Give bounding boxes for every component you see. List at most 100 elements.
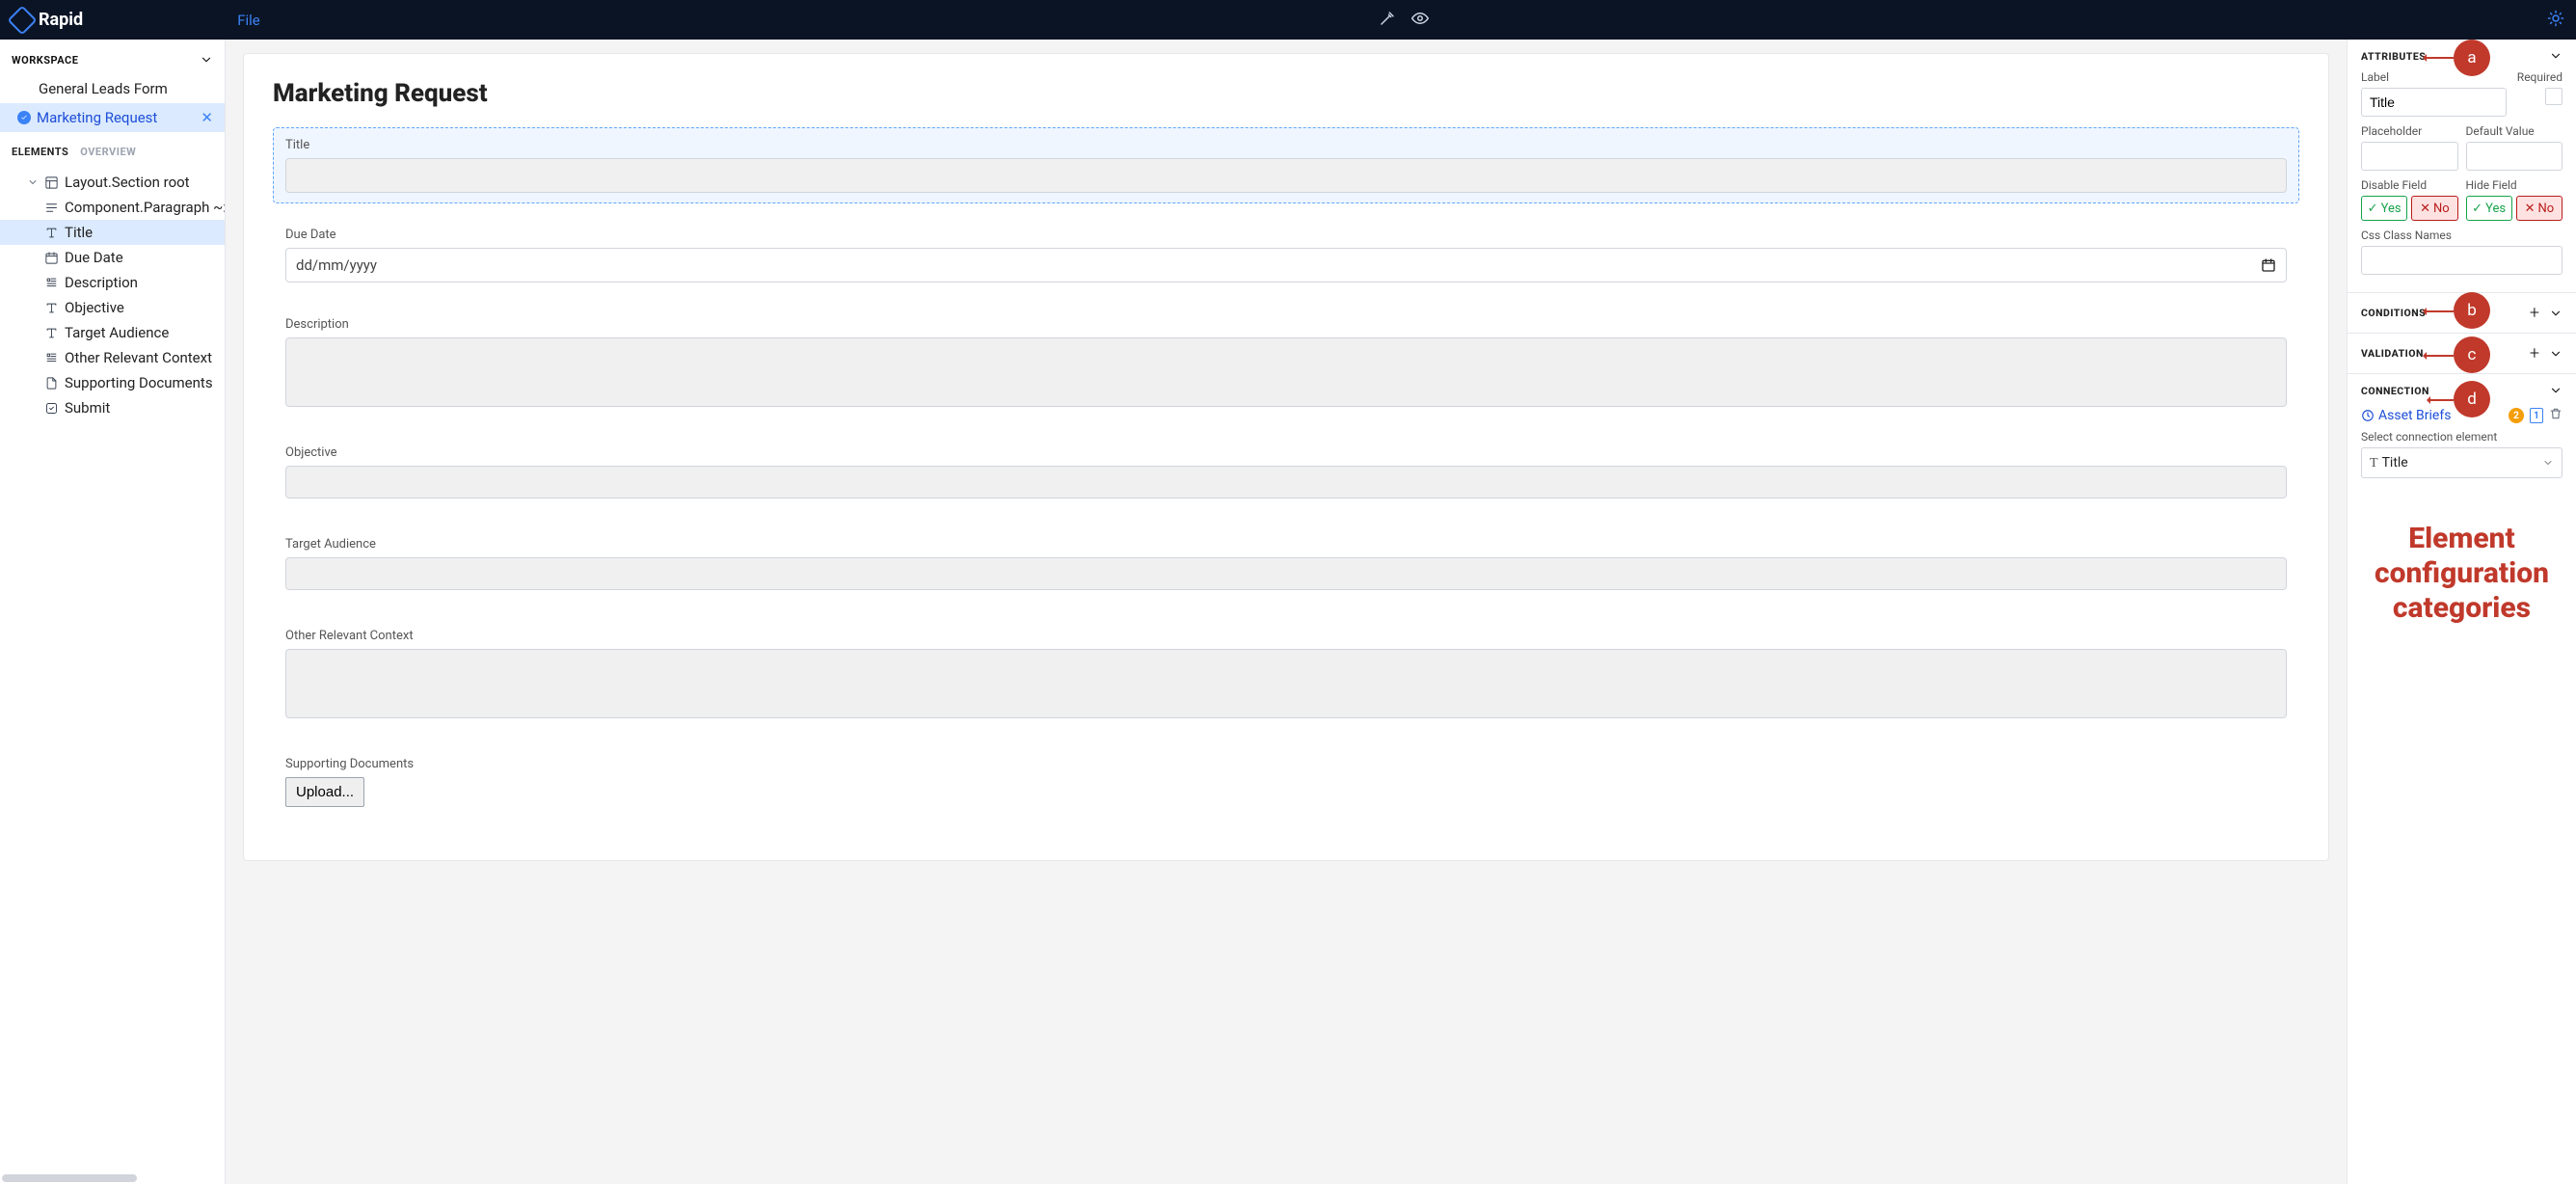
tree-item-supporting-docs[interactable]: Supporting Documents — [0, 370, 225, 395]
field-label: Objective — [285, 445, 2287, 460]
tree-item-label: Title — [65, 224, 93, 241]
add-condition-button[interactable]: + — [2530, 303, 2539, 323]
field-label: Target Audience — [285, 537, 2287, 552]
disable-no-button[interactable]: ✕No — [2411, 196, 2457, 221]
annotation-badge-a: a — [2454, 40, 2490, 76]
other-context-input[interactable] — [285, 649, 2287, 718]
eye-icon[interactable] — [1411, 10, 1429, 31]
hide-no-button[interactable]: ✕No — [2516, 196, 2563, 221]
chevron-down-icon — [2549, 384, 2563, 397]
tab-overview[interactable]: OVERVIEW — [80, 146, 136, 158]
tree-item-title[interactable]: Title — [0, 220, 225, 245]
annotation-arrow — [2428, 399, 2454, 401]
topbar-right — [2547, 10, 2564, 31]
field-supporting-docs[interactable]: Supporting Documents Upload... — [273, 746, 2299, 818]
target-audience-input[interactable] — [285, 557, 2287, 590]
field-due-date[interactable]: Due Date dd/mm/yyyy — [273, 217, 2299, 293]
chevron-down-icon — [2549, 307, 2563, 320]
field-other-context[interactable]: Other Relevant Context — [273, 618, 2299, 733]
description-icon — [44, 351, 59, 365]
title-input[interactable] — [285, 158, 2287, 193]
attr-label-input[interactable] — [2361, 88, 2507, 117]
link-icon — [2361, 409, 2375, 422]
check-icon — [17, 111, 31, 124]
form-title: Marketing Request — [273, 79, 2299, 108]
attr-css-label: Css Class Names — [2361, 229, 2563, 242]
section-attributes: ATTRIBUTES Label Required — [2348, 40, 2576, 293]
field-target-audience[interactable]: Target Audience — [273, 526, 2299, 605]
file-icon — [44, 376, 59, 390]
annotation-caption: Element configuration categories — [2355, 522, 2568, 626]
field-label: Description — [285, 317, 2287, 332]
section-title: CONNECTION — [2361, 385, 2429, 397]
annotation-badge-d: d — [2454, 381, 2490, 417]
close-icon[interactable]: ✕ — [201, 109, 213, 126]
sidebar: WORKSPACE General Leads Form Marketing R… — [0, 40, 226, 1184]
topbar-tools — [260, 10, 2547, 31]
right-panel: ATTRIBUTES Label Required — [2347, 40, 2576, 1184]
description-input[interactable] — [285, 337, 2287, 407]
form-card: Marketing Request Title Due Date dd/mm/y… — [243, 53, 2329, 861]
attr-required-checkbox[interactable] — [2545, 88, 2563, 105]
attr-default-input[interactable] — [2466, 142, 2563, 171]
add-validation-button[interactable]: + — [2530, 343, 2539, 363]
attr-disable-label: Disable Field — [2361, 178, 2458, 192]
tree-root[interactable]: Layout.Section root — [0, 170, 225, 195]
field-title[interactable]: Title — [273, 127, 2299, 203]
disable-yes-button[interactable]: ✓Yes — [2361, 196, 2407, 221]
tree-item-duedate[interactable]: Due Date — [0, 245, 225, 270]
annotation-arrow — [2425, 57, 2454, 59]
paragraph-icon — [44, 201, 59, 215]
sun-icon[interactable] — [2547, 15, 2564, 31]
delete-connection-button[interactable] — [2549, 407, 2563, 424]
attr-default-label: Default Value — [2466, 124, 2563, 138]
attr-css-input[interactable] — [2361, 246, 2563, 275]
submit-icon — [44, 401, 59, 416]
tree-item-other-context[interactable]: Other Relevant Context — [0, 345, 225, 370]
field-description[interactable]: Description — [273, 307, 2299, 421]
hide-yes-button[interactable]: ✓Yes — [2466, 196, 2512, 221]
field-objective[interactable]: Objective — [273, 435, 2299, 513]
tree-item-label: Due Date — [65, 249, 123, 266]
calendar-icon — [44, 251, 59, 265]
connection-name[interactable]: Asset Briefs — [2361, 408, 2451, 423]
date-placeholder: dd/mm/yyyy — [296, 256, 377, 274]
annotation-arrow — [2425, 310, 2454, 312]
badge-count: 2 — [2509, 408, 2524, 423]
brand-name: Rapid — [39, 10, 83, 30]
annotation-badge-b: b — [2454, 292, 2490, 329]
tab-elements[interactable]: ELEMENTS — [12, 146, 68, 158]
menu-file[interactable]: File — [237, 12, 260, 29]
workspace-item[interactable]: General Leads Form — [0, 74, 225, 103]
attr-placeholder-input[interactable] — [2361, 142, 2458, 171]
text-icon: T — [2370, 456, 2378, 471]
element-tree: Layout.Section root Component.Paragraph … — [0, 166, 225, 424]
tree-item-target-audience[interactable]: Target Audience — [0, 320, 225, 345]
wand-icon[interactable] — [1379, 10, 1396, 31]
tree-item-paragraph[interactable]: Component.Paragraph ~:~:73 — [0, 195, 225, 220]
tree-item-description[interactable]: Description — [0, 270, 225, 295]
calendar-icon — [2261, 257, 2276, 273]
chevron-down-icon — [200, 53, 213, 67]
badge-step: 1 — [2530, 408, 2543, 423]
attr-hide-label: Hide Field — [2466, 178, 2563, 192]
workspace-item-active[interactable]: Marketing Request ✕ — [0, 103, 225, 132]
topbar: Rapid File — [0, 0, 2576, 40]
upload-button[interactable]: Upload... — [285, 777, 364, 807]
tree-item-objective[interactable]: Objective — [0, 295, 225, 320]
tree-item-submit[interactable]: Submit — [0, 395, 225, 420]
due-date-input[interactable]: dd/mm/yyyy — [285, 248, 2287, 283]
text-icon — [44, 226, 59, 240]
text-icon — [44, 326, 59, 340]
workspace-header-label: WORKSPACE — [12, 54, 78, 67]
workspace-header[interactable]: WORKSPACE — [0, 40, 225, 74]
connection-select[interactable]: TTitle — [2361, 447, 2563, 478]
section-title: CONDITIONS — [2361, 307, 2426, 319]
tree-item-label: Submit — [65, 399, 110, 417]
annotation-badge-c: c — [2454, 336, 2490, 373]
attr-placeholder-label: Placeholder — [2361, 124, 2458, 138]
field-label: Supporting Documents — [285, 757, 2287, 771]
field-label: Due Date — [285, 228, 2287, 242]
horizontal-scrollbar[interactable] — [2, 1174, 137, 1182]
objective-input[interactable] — [285, 466, 2287, 498]
